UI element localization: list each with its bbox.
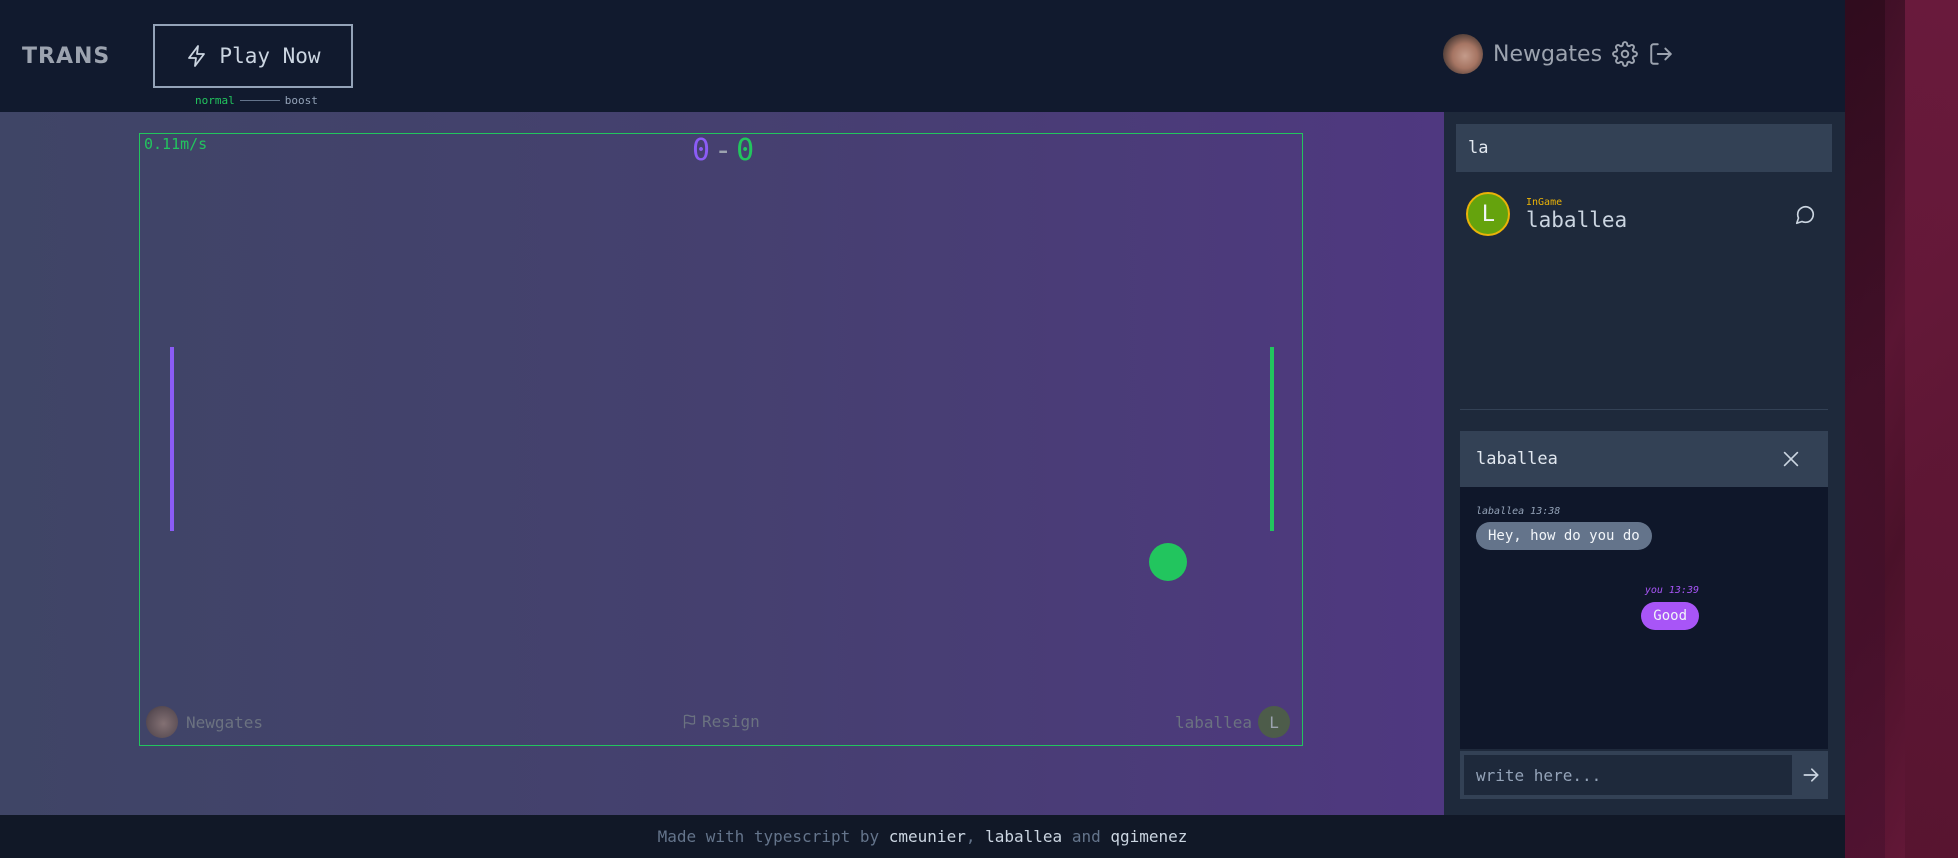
footer-author-link[interactable]: laballea	[985, 827, 1062, 846]
chat-bubble-icon[interactable]	[1794, 204, 1816, 226]
score-right: 0	[736, 133, 755, 168]
friend-name[interactable]: laballea	[1526, 208, 1627, 232]
flag-icon	[683, 714, 696, 729]
paddle-left	[170, 347, 174, 531]
friend-list-item[interactable]: L InGame laballea	[1466, 192, 1822, 236]
footer: Made with typescript by cmeunier, laball…	[0, 815, 1845, 858]
app-logo[interactable]: TRANS	[22, 44, 110, 69]
paddle-right	[1270, 347, 1274, 531]
ball	[1149, 543, 1187, 581]
message-bubble-received: Hey, how do you do	[1476, 522, 1652, 550]
app-root: TRANS Play Now normal boost Newgates 0.1…	[0, 0, 1845, 858]
message-meta: you 13:39	[1644, 585, 1699, 596]
friend-avatar[interactable]: L	[1466, 192, 1510, 236]
decor-stripe	[1905, 0, 1958, 858]
message-meta: laballea 13:38	[1476, 506, 1561, 517]
friend-status: InGame	[1526, 196, 1563, 208]
mode-toggle[interactable]: normal boost	[195, 94, 318, 107]
background-decoration	[1845, 0, 1958, 858]
footer-prefix: Made with typescript by	[657, 827, 880, 846]
user-area: Newgates	[1443, 34, 1674, 74]
player-left: Newgates	[146, 706, 263, 738]
mode-toggle-track[interactable]	[239, 100, 280, 101]
top-header: TRANS Play Now normal boost Newgates	[0, 0, 1845, 112]
play-now-label: Play Now	[219, 44, 321, 68]
player-left-avatar	[146, 706, 178, 738]
sidebar-divider	[1460, 409, 1828, 410]
gear-icon[interactable]	[1612, 41, 1638, 67]
footer-author-link[interactable]: qgimenez	[1110, 827, 1187, 846]
player-right-avatar: L	[1258, 706, 1291, 738]
chat-message-input[interactable]	[1464, 755, 1792, 795]
search-input[interactable]	[1456, 124, 1832, 172]
score-left: 0	[692, 133, 711, 168]
footer-separator: ,	[965, 827, 976, 846]
scoreboard: 0 - 0	[692, 133, 754, 168]
mode-normal-label[interactable]: normal	[195, 94, 235, 107]
score-separator: -	[714, 133, 733, 168]
player-right: laballea L	[1175, 706, 1291, 738]
chat-title: laballea	[1476, 449, 1558, 469]
header-username[interactable]: Newgates	[1493, 42, 1602, 67]
close-icon[interactable]	[1780, 448, 1802, 470]
logout-icon[interactable]	[1648, 41, 1674, 67]
arrow-right-icon[interactable]	[1801, 765, 1821, 785]
resign-label: Resign	[702, 712, 760, 731]
friend-info: InGame laballea	[1526, 197, 1627, 232]
decor-stripe	[1845, 0, 1885, 858]
avatar[interactable]	[1443, 34, 1483, 74]
player-right-name: laballea	[1175, 712, 1253, 732]
message-bubble-sent: Good	[1641, 602, 1699, 630]
resign-button[interactable]: Resign	[682, 712, 760, 731]
ball-speed: 0.11m/s	[144, 135, 208, 153]
play-now-button[interactable]: Play Now	[153, 24, 353, 88]
footer-and: and	[1071, 827, 1101, 846]
bolt-icon	[188, 45, 206, 67]
mode-boost-label[interactable]: boost	[285, 94, 318, 107]
chat-header: laballea	[1460, 431, 1828, 487]
game-board[interactable]	[139, 133, 1303, 746]
player-left-name: Newgates	[186, 712, 264, 732]
footer-author-link[interactable]: cmeunier	[889, 827, 966, 846]
